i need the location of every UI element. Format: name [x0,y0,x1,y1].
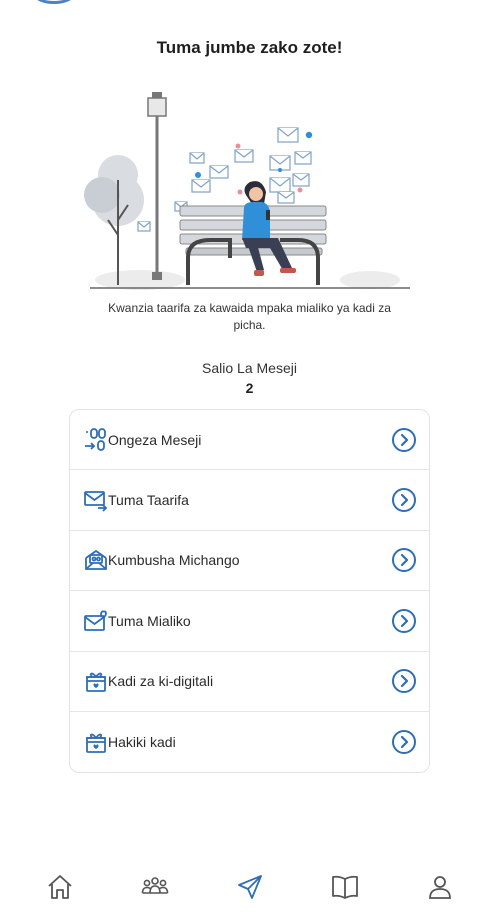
balance-value: 2 [245,380,254,396]
balance-label: Salio La Meseji [202,360,297,376]
chevron-right-circle-icon[interactable] [391,547,417,573]
actions-menu: Ongeza Meseji Tuma Taarifa Kumbusha Mich… [69,409,430,773]
group-icon [141,877,168,894]
top-avatar-partial [34,0,74,4]
send-icon [237,875,262,899]
menu-item-add-sms[interactable]: Ongeza Meseji [70,410,429,471]
add-sms-icon [84,427,108,452]
chevron-right-circle-icon[interactable] [391,729,417,755]
page-title: Tuma jumbe zako zote! [156,38,343,57]
nav-groups[interactable] [135,867,175,907]
nav-send[interactable] [230,867,270,907]
chevron-right-circle-icon[interactable] [391,487,417,513]
menu-item-verify-card[interactable]: Hakiki kadi [70,712,429,772]
menu-item-label: Kumbusha Michango [108,552,240,569]
home-icon [47,875,72,899]
menu-item-label: Hakiki kadi [108,734,176,751]
reminder-icon [84,548,108,572]
profile-icon [428,876,451,899]
bench-illustration [84,92,410,290]
nav-profile[interactable] [420,867,460,907]
book-icon [331,875,358,899]
nav-book[interactable] [325,867,365,907]
menu-item-label: Tuma Mialiko [108,612,191,629]
menu-item-digital-cards[interactable]: Kadi za ki-digitali [70,652,429,712]
chevron-right-circle-icon[interactable] [391,608,417,634]
menu-item-send-notice[interactable]: Tuma Taarifa [70,470,429,531]
send-mail-icon [84,488,108,512]
nav-home[interactable] [40,867,80,907]
menu-item-label: Kadi za ki-digitali [108,673,214,690]
chevron-right-circle-icon[interactable] [391,427,417,453]
verify-card-icon [84,730,108,754]
chevron-right-circle-icon[interactable] [391,668,417,694]
invite-mail-icon [84,609,108,633]
intro-description: Kwanzia taarifa za kawaida mpaka mialiko… [108,301,391,332]
menu-item-label: Tuma Taarifa [108,492,189,509]
menu-item-label: Ongeza Meseji [108,431,202,448]
menu-item-remind-contributions[interactable]: Kumbusha Michango [70,531,429,592]
gift-card-icon [84,669,108,693]
bottom-nav [0,862,499,912]
menu-item-send-invitations[interactable]: Tuma Mialiko [70,591,429,652]
